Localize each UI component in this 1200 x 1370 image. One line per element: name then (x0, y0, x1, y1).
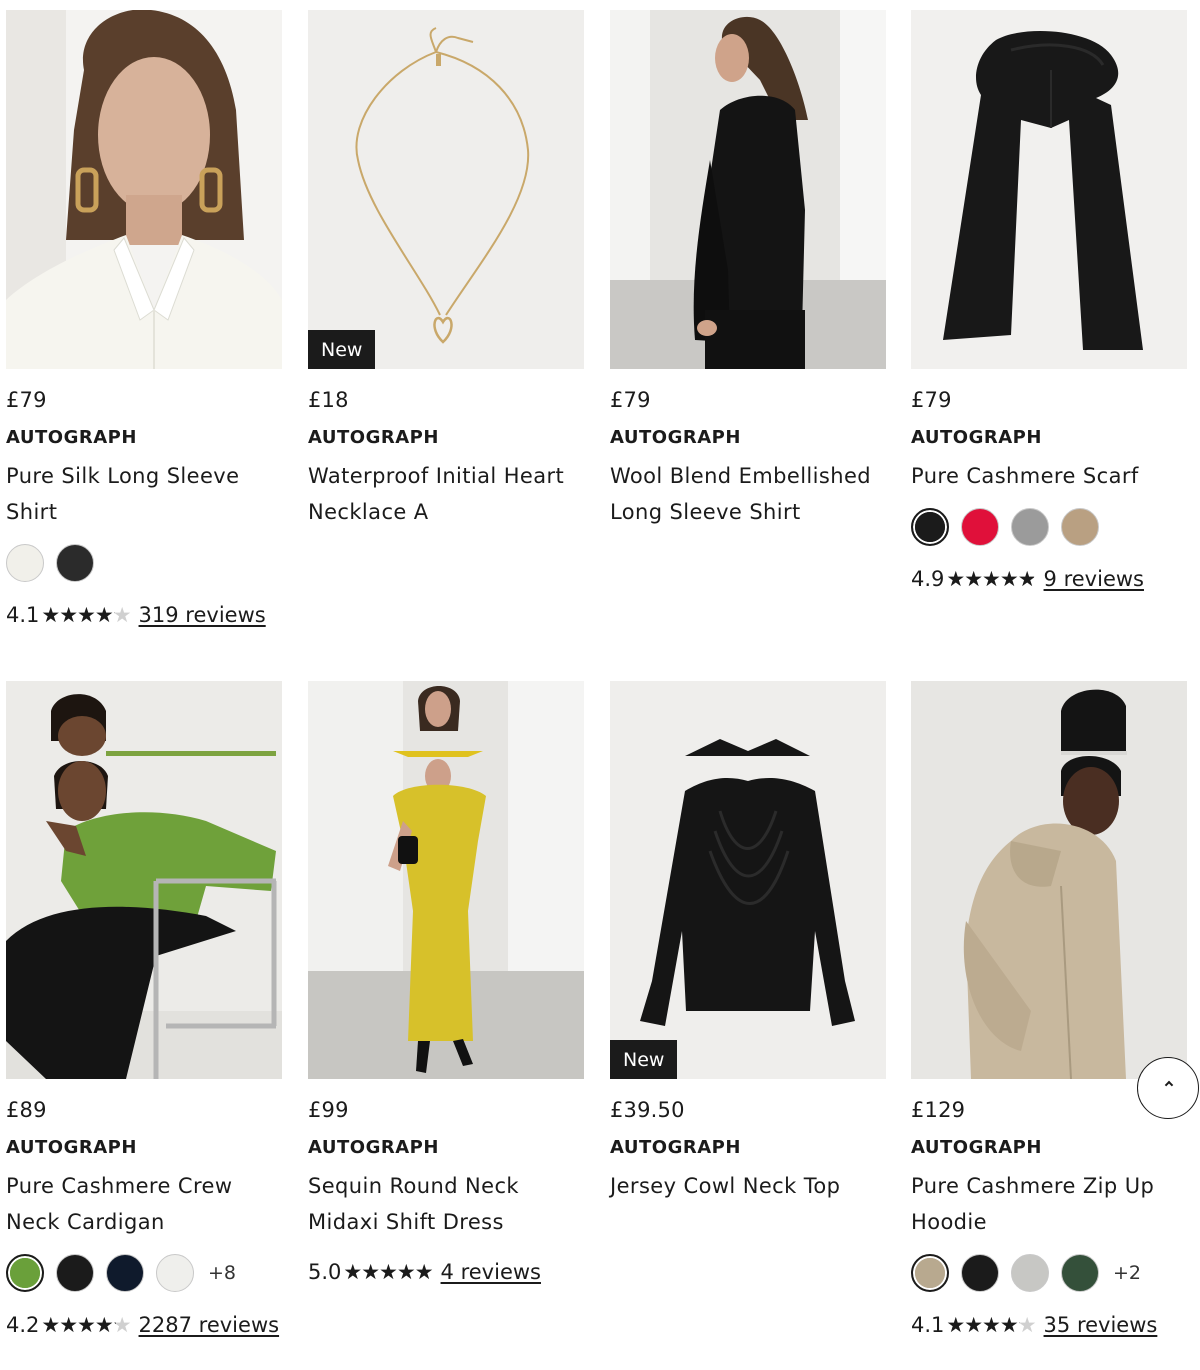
product-rating: 4.1 ★★★★★★★★★★ 35 reviews (911, 1307, 1187, 1343)
product-card-cashmere-scarf[interactable]: £79 AUTOGRAPH Pure Cashmere Scarf 4.9 ★★… (911, 10, 1187, 597)
rating-score: 4.9 (911, 567, 945, 591)
color-swatch[interactable] (1011, 1254, 1049, 1292)
rating-score: 4.2 (6, 1313, 40, 1337)
product-name[interactable]: Pure Cashmere Zip Up Hoodie (911, 1168, 1187, 1240)
color-swatch[interactable] (911, 1254, 949, 1292)
product-brand: AUTOGRAPH (308, 427, 439, 448)
new-badge: New (308, 330, 376, 369)
product-card-wool-shirt[interactable]: £79 AUTOGRAPH Wool Blend Embellished Lon… (610, 10, 886, 530)
color-swatches (911, 508, 1187, 546)
product-name[interactable]: Jersey Cowl Neck Top (610, 1168, 886, 1204)
color-swatches: +8 (6, 1254, 282, 1292)
product-image[interactable]: New (610, 681, 886, 1079)
star-rating-icon: ★★★★★★★★★★ (41, 1313, 131, 1337)
product-name[interactable]: Pure Cashmere Scarf (911, 458, 1187, 494)
product-brand: AUTOGRAPH (911, 427, 1042, 448)
reviews-link[interactable]: 9 reviews (1044, 561, 1144, 597)
model-photo (911, 681, 1187, 1079)
product-card-crew-neck-cardigan[interactable]: £89 AUTOGRAPH Pure Cashmere Crew Neck Ca… (6, 681, 282, 1343)
color-swatch[interactable] (156, 1254, 194, 1292)
reviews-link[interactable]: 4 reviews (441, 1254, 541, 1290)
model-photo (6, 10, 282, 369)
product-image[interactable] (911, 681, 1187, 1079)
top-photo (610, 681, 886, 1079)
reviews-link[interactable]: 319 reviews (139, 597, 266, 633)
color-swatch[interactable] (6, 544, 44, 582)
product-price: £79 (610, 388, 651, 412)
product-name[interactable]: Pure Silk Long Sleeve Shirt (6, 458, 282, 530)
product-brand: AUTOGRAPH (911, 1137, 1042, 1158)
product-card-heart-necklace[interactable]: New £18 AUTOGRAPH Waterproof Initial Hea… (308, 10, 584, 530)
reviews-link[interactable]: 2287 reviews (139, 1307, 280, 1343)
more-colors-link[interactable]: +2 (1113, 1262, 1141, 1284)
product-rating: 4.2 ★★★★★★★★★★ 2287 reviews (6, 1307, 282, 1343)
product-price: £89 (6, 1098, 47, 1122)
color-swatch[interactable] (961, 508, 999, 546)
product-price: £18 (308, 388, 349, 412)
necklace-photo (308, 10, 584, 369)
product-rating: 4.9 ★★★★★ ★★★★★ 9 reviews (911, 561, 1187, 597)
color-swatch[interactable] (911, 508, 949, 546)
color-swatch[interactable] (56, 1254, 94, 1292)
product-image[interactable] (308, 681, 584, 1079)
product-brand: AUTOGRAPH (6, 427, 137, 448)
product-card-cowl-neck-top[interactable]: New £39.50 AUTOGRAPH Jersey Cowl Neck To… (610, 681, 886, 1204)
color-swatch[interactable] (1061, 508, 1099, 546)
product-name[interactable]: Waterproof Initial Heart Necklace A (308, 458, 584, 530)
product-brand: AUTOGRAPH (308, 1137, 439, 1158)
color-swatches: +2 (911, 1254, 1187, 1292)
scroll-to-top-button[interactable] (1137, 1057, 1199, 1119)
reviews-link[interactable]: 35 reviews (1044, 1307, 1158, 1343)
color-swatch[interactable] (6, 1254, 44, 1292)
model-photo (308, 681, 584, 1079)
color-swatch[interactable] (1061, 1254, 1099, 1292)
product-card-sequin-dress[interactable]: £99 AUTOGRAPH Sequin Round Neck Midaxi S… (308, 681, 584, 1290)
product-image[interactable]: New (308, 10, 584, 369)
star-rating-icon: ★★★★★★★★★★ (946, 567, 1036, 591)
model-photo (610, 10, 886, 369)
product-rating: 5.0 ★★★★★ ★★★★★ 4 reviews (308, 1254, 584, 1290)
color-swatch[interactable] (961, 1254, 999, 1292)
color-swatch[interactable] (56, 544, 94, 582)
rating-score: 5.0 (308, 1260, 342, 1284)
product-image[interactable] (6, 681, 282, 1079)
product-brand: AUTOGRAPH (610, 1137, 741, 1158)
product-rating: 4.1 ★★★★★★★★★★ 319 reviews (6, 597, 282, 633)
star-rating-icon: ★★★★★★★★★★ (41, 603, 131, 627)
product-image[interactable] (911, 10, 1187, 369)
scarf-photo (911, 10, 1187, 369)
new-badge: New (610, 1040, 678, 1079)
rating-score: 4.1 (911, 1313, 945, 1337)
chevron-up-icon (1164, 1080, 1174, 1090)
product-brand: AUTOGRAPH (610, 427, 741, 448)
product-price: £79 (6, 388, 47, 412)
star-rating-icon: ★★★★★★★★★★ (946, 1313, 1036, 1337)
product-price: £39.50 (610, 1098, 685, 1122)
product-name[interactable]: Wool Blend Embellished Long Sleeve Shirt (610, 458, 886, 530)
color-swatch[interactable] (106, 1254, 144, 1292)
more-colors-link[interactable]: +8 (208, 1262, 236, 1284)
color-swatch[interactable] (1011, 508, 1049, 546)
product-card-pure-silk-shirt[interactable]: £79 AUTOGRAPH Pure Silk Long Sleeve Shir… (6, 10, 282, 633)
star-rating-icon: ★★★★★★★★★★ (343, 1260, 433, 1284)
color-swatches (6, 544, 282, 582)
product-brand: AUTOGRAPH (6, 1137, 137, 1158)
model-photo (6, 681, 282, 1079)
rating-score: 4.1 (6, 603, 40, 627)
product-price: £99 (308, 1098, 349, 1122)
product-name[interactable]: Sequin Round Neck Midaxi Shift Dress (308, 1168, 584, 1240)
product-name[interactable]: Pure Cashmere Crew Neck Cardigan (6, 1168, 282, 1240)
product-price: £79 (911, 388, 952, 412)
product-image[interactable] (610, 10, 886, 369)
product-card-cashmere-hoodie[interactable]: £129 AUTOGRAPH Pure Cashmere Zip Up Hood… (911, 681, 1187, 1343)
product-image[interactable] (6, 10, 282, 369)
